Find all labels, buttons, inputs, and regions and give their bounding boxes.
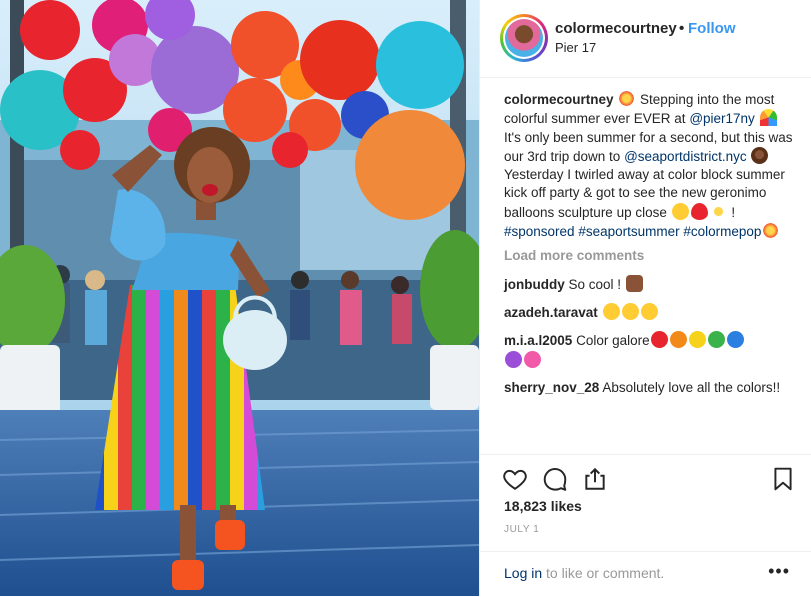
heart-eyes-emoji-icon (621, 302, 639, 320)
comment-item: jonbuddy So cool ! (504, 274, 794, 294)
comment-username[interactable]: m.i.a.l2005 (504, 333, 572, 348)
collision-emoji-icon (618, 90, 636, 107)
balloon-emoji-icon (690, 202, 708, 220)
sparkling-heart-emoji-icon (524, 350, 541, 368)
share-button[interactable] (582, 466, 608, 492)
login-footer: Log in to like or comment. ••• (480, 551, 811, 597)
hashtag-seaportsummer[interactable]: #seaportsummer (578, 224, 679, 239)
share-icon (585, 467, 605, 490)
avatar[interactable] (500, 14, 548, 62)
actions-divider (480, 454, 811, 455)
comments-list: colormecourtney Stepping into the most c… (504, 90, 794, 397)
login-link[interactable]: Log in (504, 565, 542, 581)
like-button[interactable] (502, 466, 528, 492)
woman-emoji-icon (751, 146, 769, 164)
sparkles-emoji-icon (709, 202, 727, 220)
caption-text-4: ! (727, 204, 736, 220)
location-link[interactable]: Pier 17 (555, 40, 596, 55)
hashtag-sponsored[interactable]: #sponsored (504, 224, 575, 239)
green-heart-emoji-icon (707, 331, 725, 349)
comment-username[interactable]: jonbuddy (504, 277, 565, 292)
post-photo[interactable] (0, 0, 479, 596)
hashtag-colormepop[interactable]: #colormepop (683, 224, 761, 239)
purple-heart-emoji-icon (505, 350, 522, 368)
mention-seaportdistrict[interactable]: @seaportdistrict.nyc (624, 149, 747, 164)
comment-item: azadeh.taravat (504, 302, 794, 322)
login-prompt-text: to like or comment. (542, 565, 665, 581)
separator-dot: • (679, 20, 685, 37)
collision-emoji-icon (762, 222, 780, 240)
mention-pier17ny[interactable]: @pier17ny (689, 111, 755, 126)
post-header: colormecourtney • Follow Pier 17 (480, 0, 811, 78)
orange-heart-emoji-icon (669, 331, 687, 349)
avatar-image (503, 17, 545, 59)
comment-text: Absolutely love all the colors!! (599, 379, 781, 395)
comment-text (598, 305, 602, 320)
load-more-comments-button[interactable]: Load more comments (504, 247, 794, 265)
comment-button[interactable] (542, 466, 568, 492)
comment-username[interactable]: azadeh.taravat (504, 305, 598, 320)
heart-eyes-emoji-icon (671, 202, 689, 220)
comment-username[interactable]: sherry_nov_28 (504, 380, 599, 395)
blue-heart-emoji-icon (726, 331, 744, 349)
login-prompt: Log in to like or comment. (504, 565, 664, 581)
likes-count[interactable]: 18,823 likes (504, 498, 582, 514)
caption-username[interactable]: colormecourtney (504, 92, 614, 107)
red-heart-emoji-icon (650, 331, 668, 349)
header-username[interactable]: colormecourtney (555, 20, 677, 37)
yellow-heart-emoji-icon (688, 331, 706, 349)
thumbs-up-emoji-icon (625, 274, 643, 292)
caption: colormecourtney Stepping into the most c… (504, 90, 794, 241)
comment-item: m.i.a.l2005 Color galore (504, 331, 794, 370)
post-date[interactable]: JULY 1 (504, 524, 539, 535)
heart-icon (503, 469, 527, 490)
follow-button[interactable]: Follow (688, 20, 736, 37)
comment-text: So cool ! (564, 276, 622, 292)
comment-icon (543, 468, 567, 491)
caption-text-3: Yesterday I twirled away at color block … (504, 167, 785, 220)
save-button[interactable] (770, 466, 796, 492)
rainbow-emoji-icon (759, 109, 777, 127)
comment-text: Color galore (572, 333, 650, 349)
bookmark-icon (774, 467, 792, 491)
heart-eyes-emoji-icon (602, 302, 620, 320)
more-options-icon[interactable]: ••• (768, 561, 790, 582)
comment-item: sherry_nov_28 Absolutely love all the co… (504, 379, 794, 397)
post-sidebar: colormecourtney • Follow Pier 17 colorme… (479, 0, 811, 596)
post-image (0, 0, 479, 596)
heart-eyes-emoji-icon (640, 302, 658, 320)
